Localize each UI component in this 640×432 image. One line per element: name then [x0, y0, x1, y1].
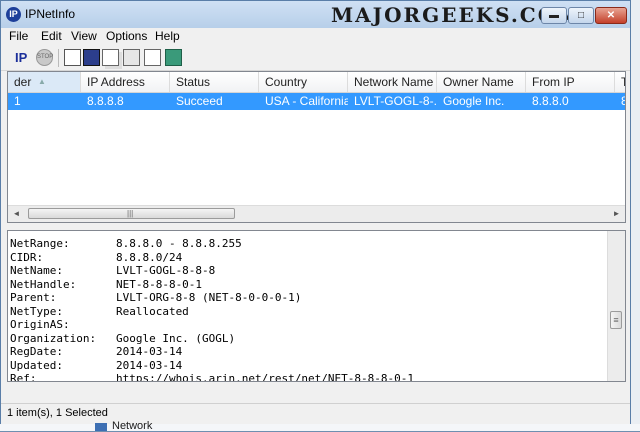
exit-icon[interactable]	[165, 49, 182, 66]
close-icon: ✕	[606, 10, 616, 21]
scroll-left-icon[interactable]: ◄	[8, 206, 25, 222]
app-window: IP IPNetInfo MAJORGEEKS.COM ▬ □ ✕ File E…	[0, 0, 631, 424]
whois-line: NetHandle: NET-8-8-8-0-1	[10, 277, 203, 291]
column-header-network-name[interactable]: Network Name	[348, 72, 437, 92]
menu-bar: File Edit View Options Help	[1, 28, 630, 46]
cell-network-name: LVLT-GOGL-8-...	[354, 94, 437, 108]
properties-icon[interactable]	[123, 49, 140, 66]
column-header-country[interactable]: Country	[259, 72, 348, 92]
cell-country: USA - California	[265, 94, 348, 108]
menu-edit[interactable]: Edit	[41, 29, 62, 43]
cell-ip-address: 8.8.8.8	[87, 94, 124, 108]
network-icon	[95, 423, 107, 431]
grip-icon: |||	[127, 209, 134, 218]
cell-owner-name: Google Inc.	[443, 94, 505, 108]
menu-view[interactable]: View	[71, 29, 97, 43]
whois-line: Updated: 2014-03-14	[10, 358, 183, 372]
whois-line: OriginAS:	[10, 318, 70, 331]
whois-line: Organization: Google Inc. (GOGL)	[10, 331, 236, 345]
menu-help[interactable]: Help	[155, 29, 180, 43]
maximize-button[interactable]: □	[568, 7, 594, 24]
column-header-status[interactable]: Status	[170, 72, 259, 92]
list-header: der ▲ IP Address Status Country Network …	[8, 72, 625, 93]
minimize-button[interactable]: ▬	[541, 7, 567, 24]
vertical-scrollbar[interactable]: ≡	[607, 231, 625, 381]
document-icon[interactable]	[64, 49, 81, 66]
background-network-label: Network	[112, 420, 153, 432]
whois-line: RegDate: 2014-03-14	[10, 345, 183, 358]
results-list[interactable]: der ▲ IP Address Status Country Network …	[7, 71, 626, 223]
desktop-background-right	[631, 0, 640, 424]
toolbar: IP STOP	[1, 46, 630, 71]
column-header-label: der	[14, 75, 32, 89]
column-header-ip-address[interactable]: IP Address	[81, 72, 170, 92]
cell-from-ip: 8.8.8.0	[532, 94, 569, 108]
whois-line: Ref: https://whois.arin.net/rest/net/NET…	[10, 372, 414, 382]
vertical-scroll-thumb[interactable]: ≡	[610, 311, 622, 329]
scroll-right-icon[interactable]: ►	[608, 206, 625, 222]
copy-icon[interactable]	[102, 49, 119, 66]
minimize-icon: ▬	[549, 10, 559, 21]
maximize-icon: □	[577, 10, 585, 21]
find-icon[interactable]	[144, 49, 161, 66]
whois-text: NetRange: 8.8.8.0 - 8.8.8.255 CIDR: 8.8.…	[10, 237, 414, 382]
sort-ascending-icon: ▲	[38, 77, 46, 86]
status-text: 1 item(s), 1 Selected	[7, 407, 108, 419]
horizontal-scrollbar[interactable]: ◄ ||| ►	[8, 205, 625, 222]
close-button[interactable]: ✕	[595, 7, 627, 24]
menu-file[interactable]: File	[9, 29, 28, 43]
whois-line: NetName: LVLT-GOGL-8-8-8	[10, 264, 216, 277]
status-bar: 1 item(s), 1 Selected	[1, 403, 630, 424]
cell-status: Succeed	[176, 94, 223, 108]
cell-order: 1	[14, 94, 21, 108]
whois-line: CIDR: 8.8.8.0/24	[10, 250, 183, 264]
app-icon: IP	[6, 7, 21, 22]
window-title: IPNetInfo	[25, 7, 76, 21]
toolbar-separator	[58, 49, 59, 67]
column-header-owner-name[interactable]: Owner Name	[437, 72, 526, 92]
stop-icon[interactable]: STOP	[36, 49, 53, 66]
menu-options[interactable]: Options	[106, 29, 147, 43]
whois-line: NetRange: 8.8.8.0 - 8.8.8.255	[10, 237, 242, 250]
grip-icon: ≡	[613, 315, 619, 325]
column-header-to-ip[interactable]: To	[615, 72, 625, 92]
whois-line: NetType: Reallocated	[10, 304, 189, 318]
table-row[interactable]: 1 8.8.8.8 Succeed USA - California LVLT-…	[8, 93, 625, 110]
whois-line: Parent: LVLT-ORG-8-8 (NET-8-0-0-0-1)	[10, 291, 302, 304]
details-pane[interactable]: NetRange: 8.8.8.0 - 8.8.8.255 CIDR: 8.8.…	[7, 230, 626, 382]
ip-icon[interactable]: IP	[15, 49, 32, 66]
save-icon[interactable]	[83, 49, 100, 66]
cell-to-ip: 8.8	[615, 93, 625, 110]
column-header-from-ip[interactable]: From IP	[526, 72, 615, 92]
title-bar[interactable]: IP IPNetInfo MAJORGEEKS.COM ▬ □ ✕	[1, 1, 630, 28]
column-header-order[interactable]: der ▲	[8, 72, 81, 92]
horizontal-scroll-thumb[interactable]: |||	[28, 208, 235, 219]
